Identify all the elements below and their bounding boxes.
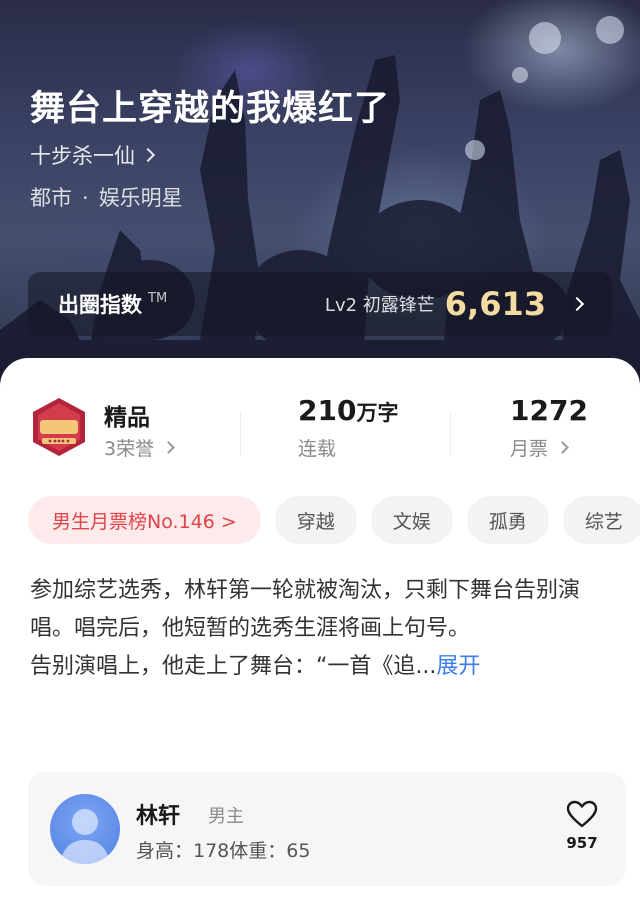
monthly-tickets-label: 月票 <box>510 438 549 460</box>
popularity-index-bar[interactable]: 出圈指数 TM Lv2 初露锋芒 6,613 <box>28 272 612 336</box>
index-value: 6,613 <box>444 285 546 323</box>
expand-link[interactable]: 展开 <box>436 654 480 679</box>
rank-tag[interactable]: 男生月票榜No.146 > <box>28 496 261 544</box>
word-count: 210万字 <box>298 394 398 427</box>
genre-sub: 娱乐明星 <box>98 186 183 210</box>
serial-status: 连载 <box>298 434 336 461</box>
tag-chip[interactable]: 穿越 <box>274 496 357 544</box>
chevron-right-icon <box>556 441 569 454</box>
monthly-tickets-number: 1272 <box>510 394 588 427</box>
monthly-tickets-link[interactable]: 月票 <box>510 434 569 461</box>
index-label: 出圈指数 <box>58 293 142 317</box>
monthly-tickets: 1272 <box>510 394 588 427</box>
tag-list: 男生月票榜No.146 > 穿越 文娱 孤勇 综艺 <box>28 496 640 544</box>
tag-chip[interactable]: 综艺 <box>562 496 640 544</box>
tag-chip[interactable]: 孤勇 <box>466 496 549 544</box>
book-detail-card: 精品 3荣誉 210万字 连载 1272 月票 男生月票榜No.146 > 穿越… <box>0 358 640 904</box>
trademark-mark: TM <box>148 290 168 306</box>
character-role: 男主 <box>208 806 244 827</box>
chevron-right-icon <box>140 147 156 163</box>
quality-label: 精品 <box>104 405 150 431</box>
honors-link[interactable]: 3荣誉 <box>104 434 175 461</box>
serial-status-label: 连载 <box>298 438 337 460</box>
like-count: 957 <box>566 834 598 852</box>
author-name: 十步杀一仙 <box>30 144 135 168</box>
character-card[interactable]: 林轩 男主 身高：178体重：65 957 <box>28 772 626 886</box>
genre-line: 都市 · 娱乐明星 <box>30 182 183 212</box>
chevron-right-icon <box>162 441 175 454</box>
book-title: 舞台上穿越的我爆红了 <box>30 89 391 129</box>
character-desc: 身高：178体重：65 <box>136 840 311 862</box>
genre-main: 都市 <box>30 186 72 210</box>
divider <box>450 412 451 456</box>
chevron-right-icon <box>569 296 585 312</box>
character-name: 林轩 <box>136 804 181 829</box>
quality-badge-icon[interactable] <box>28 396 90 458</box>
avatar <box>50 794 120 864</box>
hero-banner: 舞台上穿越的我爆红了 十步杀一仙 都市 · 娱乐明星 出圈指数 TM Lv2 初露锋… <box>0 0 640 400</box>
divider <box>240 412 241 456</box>
index-level: Lv2 初露锋芒 <box>324 295 435 316</box>
tag-chip[interactable]: 文娱 <box>370 496 453 544</box>
synopsis-text: 参加综艺选秀，林轩第一轮就被淘汰，只剩下舞台告别演唱。唱完后，他短暂的选秀生涯将… <box>30 578 581 679</box>
honors-count: 3荣誉 <box>104 438 155 460</box>
synopsis: 参加综艺选秀，林轩第一轮就被淘汰，只剩下舞台告别演唱。唱完后，他短暂的选秀生涯将… <box>30 572 614 686</box>
like-button[interactable]: 957 <box>562 800 602 852</box>
word-count-number: 210 <box>298 394 357 427</box>
person-icon <box>60 809 110 864</box>
stats-row: 精品 3荣誉 210万字 连载 1272 月票 <box>0 386 640 476</box>
author-link[interactable]: 十步杀一仙 <box>30 140 156 170</box>
heart-icon <box>566 800 598 828</box>
word-count-unit: 万字 <box>356 401 399 425</box>
separator-dot: · <box>82 186 89 210</box>
